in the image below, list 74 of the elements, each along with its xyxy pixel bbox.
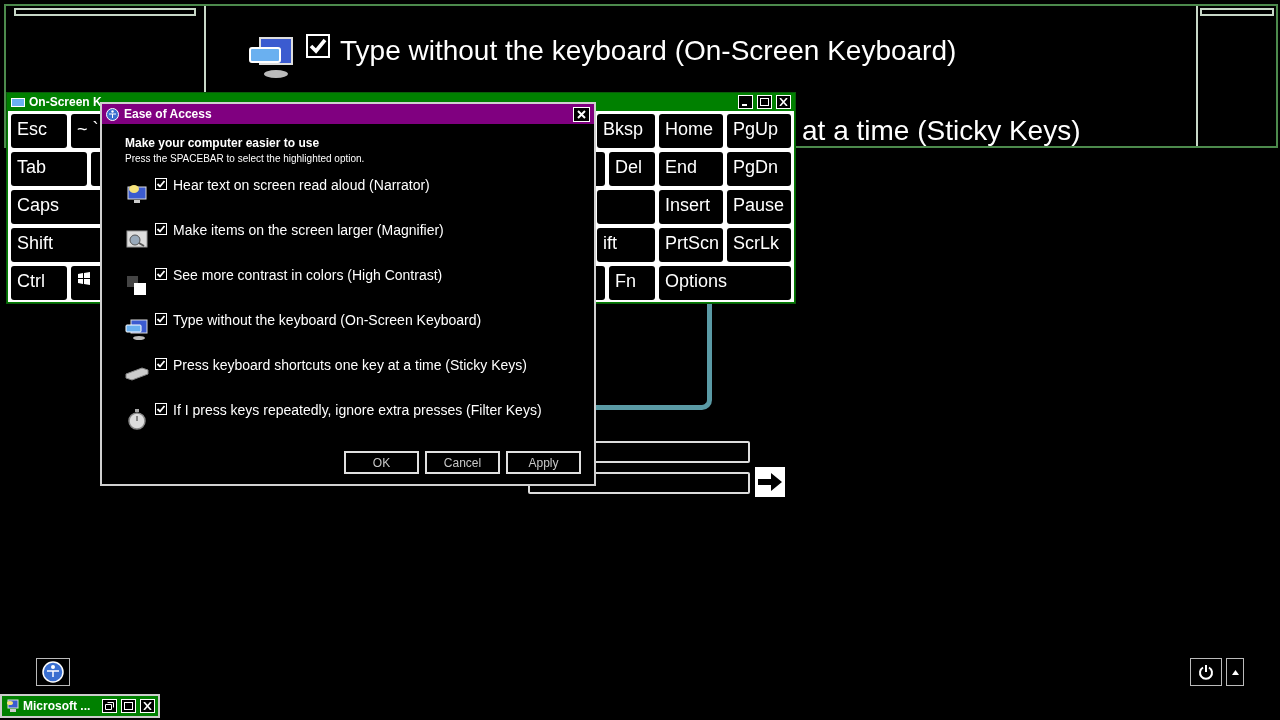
checkbox[interactable] <box>155 223 167 235</box>
caret-up-icon <box>1231 669 1239 675</box>
minimize-button[interactable] <box>738 95 753 109</box>
computer-icon <box>5 699 19 713</box>
restore-icon <box>105 702 114 710</box>
dialog-button[interactable]: Apply <box>506 451 581 474</box>
keyboard-key[interactable]: Shift <box>11 228 103 262</box>
accessibility-icon <box>106 107 119 121</box>
computer-keyboard-icon <box>125 317 149 341</box>
window-title: Microsoft ... <box>23 698 91 715</box>
close-button[interactable] <box>140 699 155 713</box>
window-title: Ease of Access <box>124 106 212 123</box>
dialog-hint: Press the SPACEBAR to select the highlighted option. <box>125 152 366 166</box>
accessibility-icon <box>42 661 64 683</box>
keyboard-key[interactable]: Caps <box>11 190 103 224</box>
keyboard-key[interactable]: PrtScn <box>659 228 723 262</box>
option-label: If I press keys repeatedly, ignore extra presses (Filter Keys) <box>173 403 542 417</box>
keyboard-icon <box>11 97 25 107</box>
restore-button[interactable] <box>102 699 117 713</box>
keyboard-key[interactable]: Pause <box>727 190 791 224</box>
keyboard-key[interactable]: Options <box>659 266 791 300</box>
keyboard-key[interactable]: Fn <box>609 266 655 300</box>
option-label: Type without the keyboard (On-Screen Keyboard) <box>340 34 957 68</box>
keys-icon <box>125 367 149 381</box>
windows-logo-icon <box>77 272 91 286</box>
keyboard-key[interactable]: Home <box>659 114 723 148</box>
close-button[interactable] <box>776 95 791 109</box>
option-label: Hear text on screen read aloud (Narrator) <box>173 178 430 192</box>
keyboard-key[interactable]: ScrLk <box>727 228 791 262</box>
close-button[interactable] <box>573 106 590 122</box>
keyboard-key[interactable]: ~ ` <box>71 114 103 148</box>
arrow-right-icon <box>757 472 783 492</box>
maximize-icon <box>760 98 769 106</box>
keyboard-key[interactable]: PgUp <box>727 114 791 148</box>
monitor-speech-icon <box>125 182 149 206</box>
close-icon <box>577 109 586 119</box>
checkbox[interactable] <box>155 268 167 280</box>
keyboard-key[interactable]: Insert <box>659 190 723 224</box>
option-label: Press keyboard shortcuts one key at a time (Sticky Keys) <box>173 358 528 372</box>
checkbox[interactable] <box>155 313 167 325</box>
checkbox[interactable] <box>155 403 167 415</box>
minimized-window[interactable]: Microsoft ... <box>0 694 160 718</box>
power-button[interactable] <box>1190 658 1222 686</box>
keyboard-key[interactable]: Del <box>609 152 655 186</box>
maximize-button[interactable] <box>757 95 772 109</box>
dialog-button[interactable]: OK <box>344 451 419 474</box>
dialog-heading: Make your computer easier to use <box>125 135 321 151</box>
keyboard-key[interactable]: Tab <box>11 152 87 186</box>
option-label: Type without the keyboard (On-Screen Keyboard) <box>173 313 482 327</box>
keyboard-key[interactable]: Ctrl <box>11 266 67 300</box>
checkbox[interactable] <box>155 178 167 190</box>
option-label: Make items on the screen larger (Magnifier) <box>173 223 444 237</box>
checkbox[interactable] <box>306 34 330 58</box>
checkbox[interactable] <box>155 358 167 370</box>
dialog-button[interactable]: Cancel <box>425 451 500 474</box>
stopwatch-icon <box>125 407 149 431</box>
submit-button[interactable] <box>755 467 785 497</box>
maximize-icon <box>124 702 133 710</box>
power-icon <box>1198 664 1214 680</box>
options-button[interactable] <box>1226 658 1244 686</box>
option-label: at a time (Sticky Keys) <box>802 114 1081 146</box>
magnifier-icon <box>125 227 149 251</box>
keyboard-key[interactable]: ift <box>597 228 655 262</box>
close-icon <box>143 702 152 710</box>
keyboard-key[interactable]: PgDn <box>727 152 791 186</box>
close-icon <box>779 98 788 106</box>
keyboard-key[interactable]: End <box>659 152 723 186</box>
option-label: See more contrast in colors (High Contrast) <box>173 268 443 282</box>
keyboard-key[interactable] <box>71 266 103 300</box>
window-title: On-Screen K <box>29 94 102 111</box>
maximize-button[interactable] <box>121 699 136 713</box>
keyboard-key[interactable]: Esc <box>11 114 67 148</box>
ease-of-access-button[interactable] <box>36 658 70 686</box>
keyboard-key[interactable]: Bksp <box>597 114 655 148</box>
